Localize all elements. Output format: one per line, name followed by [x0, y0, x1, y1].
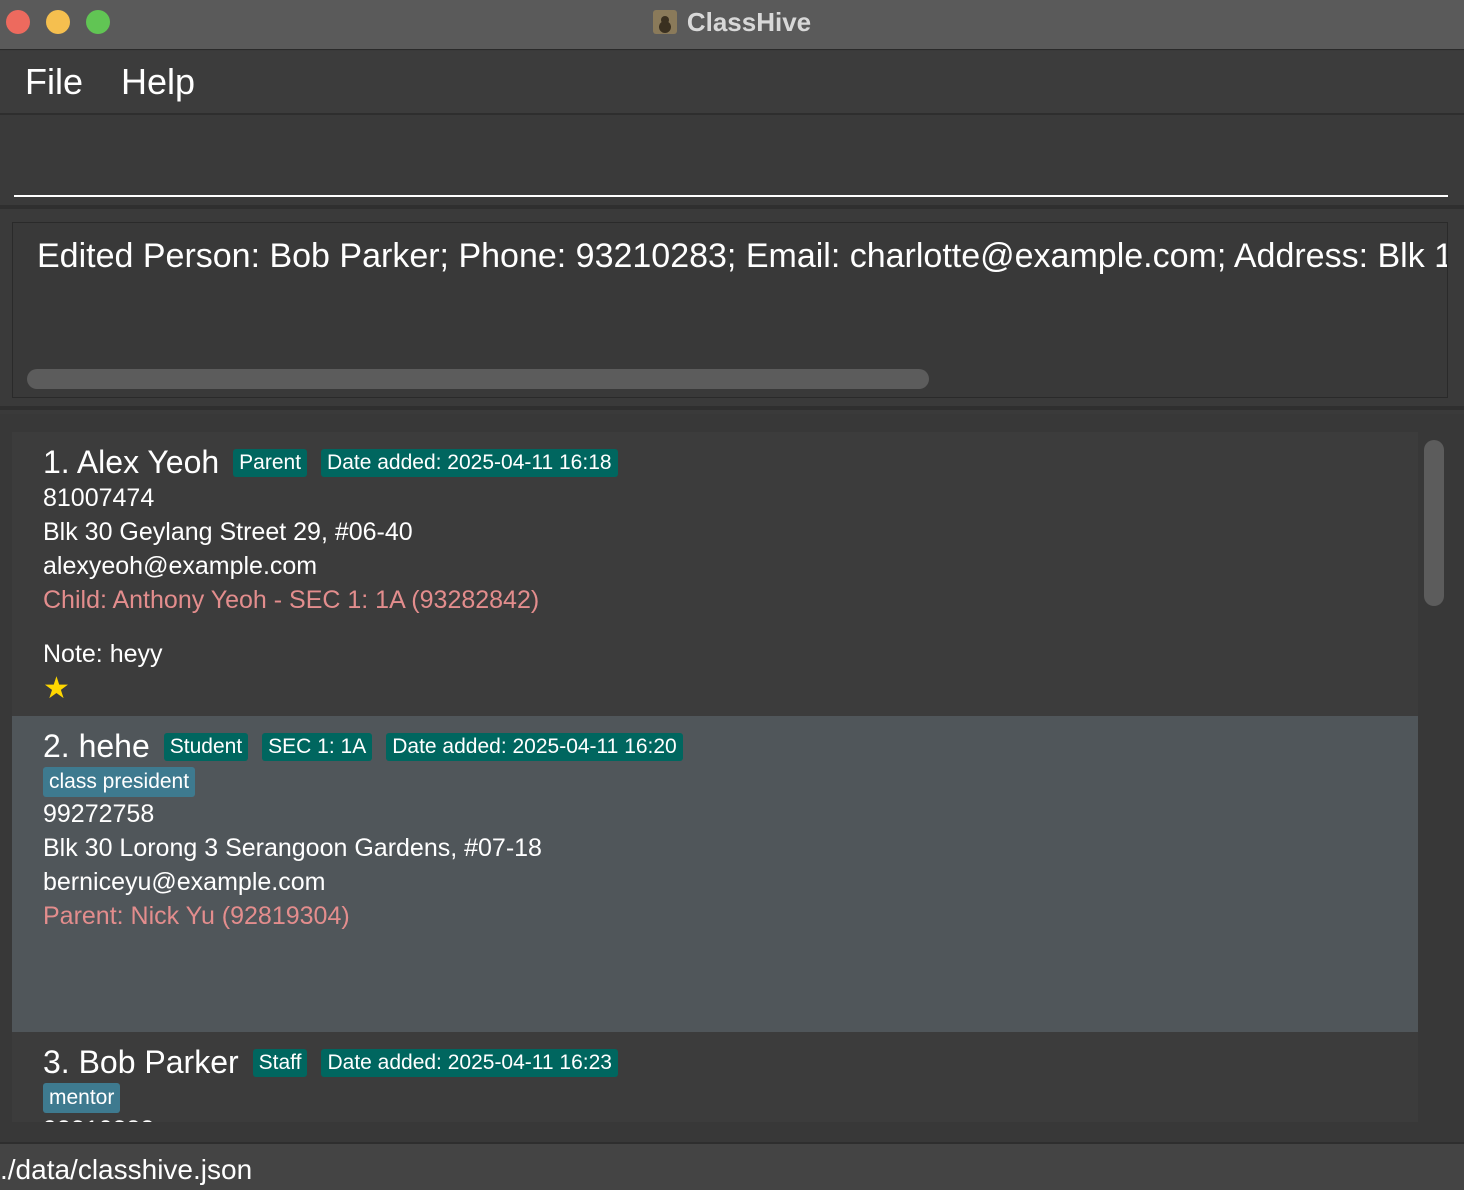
person-relation: Parent: Nick Yu (92819304): [43, 902, 350, 930]
date-added-badge: Date added: 2025-04-11 16:18: [321, 448, 618, 477]
save-location: ./data/classhive.json: [0, 1154, 253, 1185]
person-phone: 81007474: [43, 484, 155, 512]
person-relation: Child: Anthony Yeoh - SEC 1: 1A (9328284…: [43, 586, 540, 614]
role-badge: Staff: [252, 1048, 308, 1077]
person-tag: mentor: [43, 1083, 121, 1113]
person-address: Blk 30 Lorong 3 Serangoon Gardens, #07-1…: [43, 834, 542, 862]
menu-file[interactable]: File: [25, 61, 83, 103]
command-input[interactable]: [14, 137, 1448, 197]
person-address: Blk 30 Geylang Street 29, #06-40: [43, 518, 413, 546]
person-header: 2. hehe Student SEC 1: 1A Date added: 20…: [43, 728, 683, 765]
person-list[interactable]: 1. Alex Yeoh Parent Date added: 2025-04-…: [12, 432, 1418, 1122]
person-header: 1. Alex Yeoh Parent Date added: 2025-04-…: [43, 444, 618, 481]
role-badge: Student: [163, 732, 249, 761]
person-card[interactable]: 1. Alex Yeoh Parent Date added: 2025-04-…: [12, 432, 1418, 716]
menu-bar: File Help: [0, 51, 1464, 115]
window-title-group: ClassHive: [0, 0, 1464, 44]
person-tag: class president: [43, 767, 196, 797]
star-icon: ★: [43, 672, 70, 705]
title-bar: ClassHive: [0, 0, 1464, 50]
menu-help[interactable]: Help: [121, 61, 195, 103]
person-list-panel: 1. Alex Yeoh Parent Date added: 2025-04-…: [0, 414, 1464, 1142]
person-card[interactable]: 3. Bob Parker Staff Date added: 2025-04-…: [12, 1032, 1418, 1122]
person-card-selected[interactable]: 2. hehe Student SEC 1: 1A Date added: 20…: [12, 716, 1418, 1032]
person-name: 2. hehe: [43, 728, 150, 764]
status-bar: ./data/classhive.json: [0, 1142, 1464, 1190]
result-display[interactable]: Edited Person: Bob Parker; Phone: 932102…: [12, 222, 1448, 398]
person-header: 3. Bob Parker Staff Date added: 2025-04-…: [43, 1044, 618, 1081]
address-book-icon: [652, 10, 677, 34]
list-vertical-scrollbar[interactable]: [1424, 440, 1444, 606]
command-box-panel: [0, 117, 1464, 209]
date-added-badge: Date added: 2025-04-11 16:20: [386, 732, 683, 761]
result-display-panel: Edited Person: Bob Parker; Phone: 932102…: [0, 212, 1464, 410]
date-added-badge: Date added: 2025-04-11 16:23: [321, 1048, 618, 1077]
window-title: ClassHive: [686, 6, 812, 37]
role-badge: Parent: [233, 448, 308, 477]
person-phone: 99272758: [43, 800, 155, 828]
person-name: 3. Bob Parker: [43, 1044, 239, 1080]
class-badge: SEC 1: 1A: [262, 732, 373, 761]
result-horizontal-scrollbar[interactable]: [27, 369, 929, 389]
person-name: 1. Alex Yeoh: [43, 444, 220, 480]
person-email: alexyeoh@example.com: [43, 552, 318, 580]
result-message: Edited Person: Bob Parker; Phone: 932102…: [37, 237, 1448, 275]
person-phone: 93210283: [43, 1116, 154, 1122]
person-email: berniceyu@example.com: [43, 868, 326, 896]
person-note: Note: heyy: [43, 640, 163, 668]
